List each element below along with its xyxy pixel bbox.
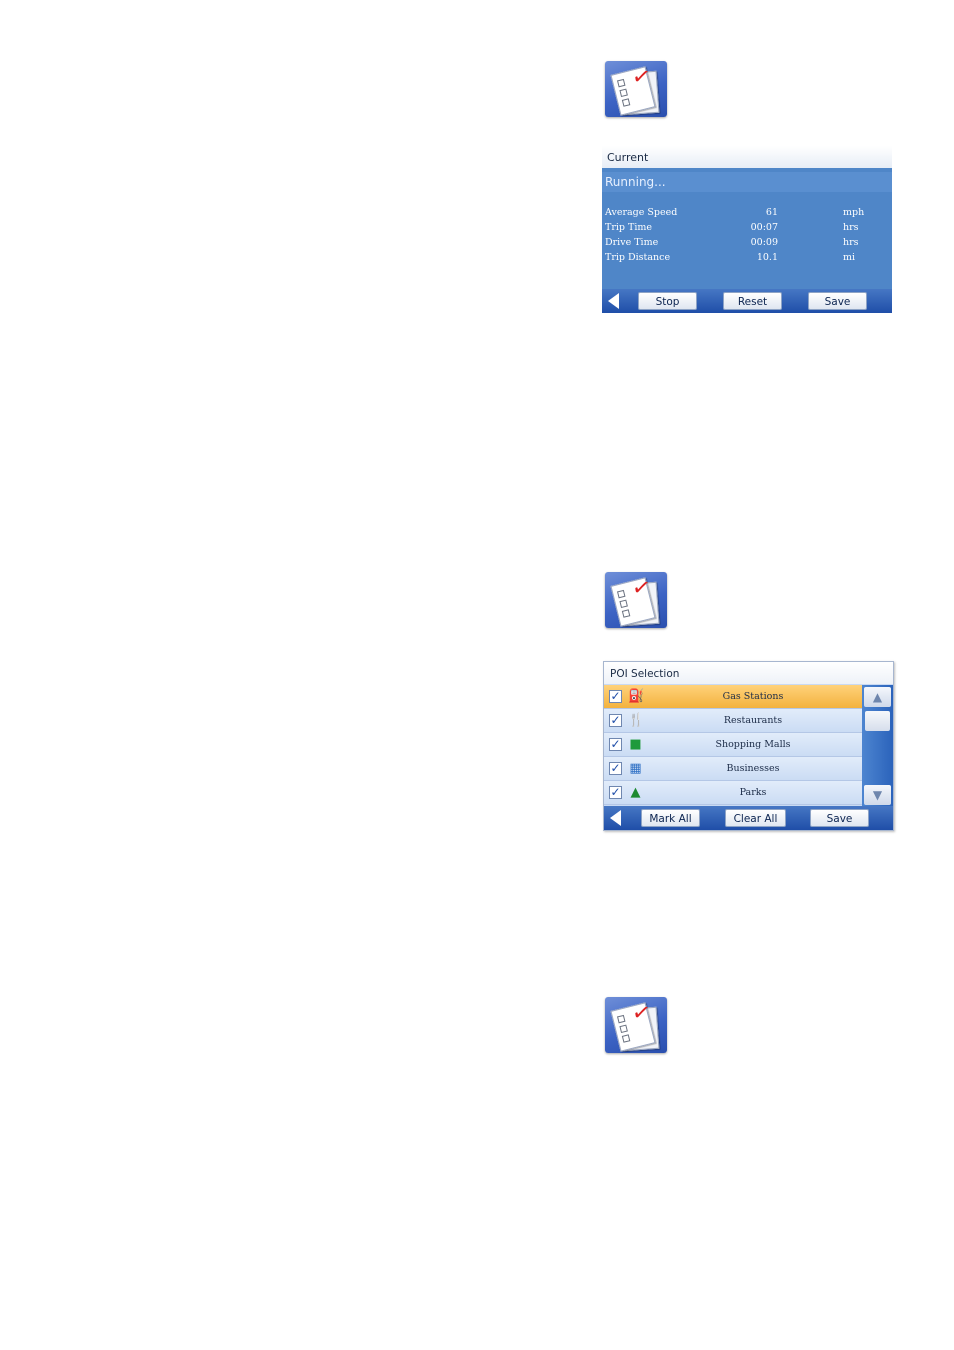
checkmark-icon: ✓: [630, 63, 653, 92]
list-item-shopping-malls[interactable]: ✓ ■ Shopping Malls: [604, 733, 862, 757]
stat-trip-time: Trip Time 00:07 hrs: [602, 221, 892, 236]
scroll-down-icon[interactable]: ▼: [864, 785, 891, 805]
checkbox[interactable]: ✓: [609, 786, 622, 799]
building-icon: ▦: [629, 761, 642, 776]
stat-drive-time: Drive Time 00:09 hrs: [602, 236, 892, 251]
list-item-businesses[interactable]: ✓ ▦ Businesses: [604, 757, 862, 781]
shopping-bag-icon: ■: [629, 737, 642, 752]
mark-all-button[interactable]: Mark All: [641, 809, 700, 827]
stat-average-speed: Average Speed 61 mph: [602, 206, 892, 221]
scrollbar[interactable]: ▲ ▼: [862, 685, 893, 807]
stat-label: Trip Distance: [605, 252, 671, 263]
fork-knife-icon: 🍴: [628, 713, 645, 728]
poi-list: ✓ ⛽ Gas Stations ✓ 🍴 Restaurants ✓ ■ Sho…: [604, 685, 862, 805]
stat-value: 00:07: [750, 222, 778, 233]
list-item-gas-stations[interactable]: ✓ ⛽ Gas Stations: [604, 685, 862, 709]
trip-status: Running...: [602, 172, 892, 192]
stat-unit: hrs: [843, 222, 859, 233]
back-arrow-icon[interactable]: [610, 810, 621, 826]
checkbox[interactable]: ✓: [609, 714, 622, 727]
poi-name: Businesses: [726, 763, 780, 774]
stat-unit: mi: [843, 252, 856, 263]
checkmark-icon: ✓: [630, 574, 653, 603]
gas-pump-icon: ⛽: [628, 689, 645, 704]
reset-button[interactable]: Reset: [723, 292, 782, 310]
stat-trip-distance: Trip Distance 10.1 mi: [602, 251, 892, 266]
stat-label: Average Speed: [605, 207, 678, 218]
checkbox[interactable]: ✓: [609, 738, 622, 751]
clear-all-button[interactable]: Clear All: [725, 809, 786, 827]
stat-unit: hrs: [843, 237, 859, 248]
stat-label: Drive Time: [605, 237, 659, 248]
screen-title: Current: [602, 146, 892, 168]
checkbox[interactable]: ✓: [609, 690, 622, 703]
stat-value: 00:09: [750, 237, 778, 248]
poi-selection-screen: POI Selection ✓ ⛽ Gas Stations ✓ 🍴 Resta…: [603, 661, 894, 831]
stop-button[interactable]: Stop: [638, 292, 697, 310]
list-item-parks[interactable]: ✓ ▲ Parks: [604, 781, 862, 805]
trip-computer-screen: Current Running... Average Speed 61 mph …: [602, 146, 892, 313]
save-button[interactable]: Save: [808, 292, 867, 310]
checkbox[interactable]: ✓: [609, 762, 622, 775]
checklist-app-icon: ✓: [605, 61, 667, 117]
scroll-up-icon[interactable]: ▲: [864, 687, 891, 707]
poi-name: Shopping Malls: [715, 739, 791, 750]
bottom-toolbar: Mark All Clear All Save: [604, 806, 893, 830]
screen-title: POI Selection: [604, 662, 893, 684]
tree-icon: ▲: [630, 785, 641, 800]
checkmark-icon: ✓: [630, 999, 653, 1028]
list-item-restaurants[interactable]: ✓ 🍴 Restaurants: [604, 709, 862, 733]
stat-value: 61: [765, 207, 778, 218]
back-arrow-icon[interactable]: [608, 293, 619, 309]
scroll-thumb[interactable]: [865, 711, 890, 731]
checklist-app-icon: ✓: [605, 997, 667, 1053]
trip-stats: Average Speed 61 mph Trip Time 00:07 hrs…: [602, 206, 892, 266]
bottom-toolbar: Stop Reset Save: [602, 289, 892, 313]
save-button[interactable]: Save: [810, 809, 869, 827]
poi-name: Gas Stations: [722, 691, 784, 702]
poi-name: Restaurants: [723, 715, 783, 726]
checklist-app-icon: ✓: [605, 572, 667, 628]
stat-unit: mph: [843, 207, 865, 218]
poi-name: Parks: [739, 787, 767, 798]
stat-label: Trip Time: [605, 222, 653, 233]
stat-value: 10.1: [756, 252, 778, 263]
